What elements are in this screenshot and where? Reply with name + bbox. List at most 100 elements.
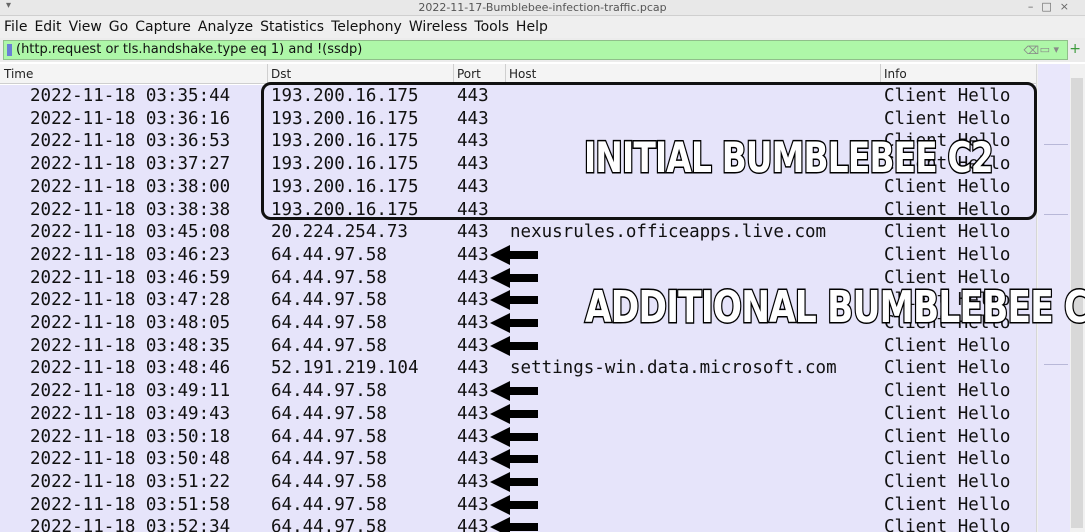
arrow-icon [490,426,538,447]
menu-telephony[interactable]: Telephony [328,17,405,37]
menu-edit[interactable]: Edit [31,17,64,37]
cell-time: 2022-11-18 03:37:27 [30,154,231,175]
cell-time: 2022-11-18 03:46:23 [30,244,231,265]
menu-file[interactable]: File [1,17,30,37]
cell-dst: 64.44.97.58 [271,244,387,265]
menu-analyze[interactable]: Analyze [195,17,256,37]
cell-dst: 64.44.97.58 [271,267,387,288]
minimize-icon[interactable]: – [1028,0,1042,13]
bookmark-icon[interactable] [7,44,12,56]
cell-port: 443 [457,403,489,424]
cell-info: Client Hello [884,222,1011,243]
menu-statistics[interactable]: Statistics [257,17,327,37]
menu-view[interactable]: View [66,17,105,37]
cell-info: Client Hello [884,471,1011,492]
cell-port: 443 [457,244,489,265]
cell-port: 443 [457,267,489,288]
arrow-icon [490,517,538,532]
minimap-mark [1044,214,1068,215]
cell-time: 2022-11-18 03:45:08 [30,222,231,243]
cell-port: 443 [457,335,489,356]
arrow-icon [490,403,538,424]
cell-info: Client Hello [884,494,1011,515]
cell-dst: 64.44.97.58 [271,381,387,402]
cell-time: 2022-11-18 03:48:05 [30,313,231,333]
arrow-icon [490,290,538,311]
minimap-mark [1044,364,1068,365]
menu-bar: File Edit View Go Capture Analyze Statistics Te… [0,16,1085,38]
column-separator[interactable] [880,64,881,84]
cell-time: 2022-11-18 03:49:43 [30,403,231,424]
menu-capture[interactable]: Capture [132,17,194,37]
cell-time: 2022-11-18 03:47:28 [30,290,231,311]
maximize-icon[interactable]: □ [1041,0,1059,13]
display-filter-text[interactable]: (http.request or tls.handshake.type eq 1… [16,42,362,57]
menu-help[interactable]: Help [513,17,551,37]
cell-time: 2022-11-18 03:52:34 [30,517,231,532]
cell-host: nexusrules.officeapps.live.com [510,222,827,243]
cell-port: 443 [457,381,489,402]
cell-dst: 64.44.97.58 [271,426,387,447]
cell-port: 443 [457,449,489,470]
cell-info: Client Hello [884,403,1011,424]
menu-wireless[interactable]: Wireless [406,17,471,37]
column-host[interactable]: Host [509,67,536,81]
cell-port: 443 [457,426,489,447]
cell-time: 2022-11-18 03:50:48 [30,449,231,470]
cell-port: 443 [457,222,489,243]
arrow-icon [490,267,538,288]
cell-dst: 64.44.97.58 [271,313,387,333]
cell-port: 443 [457,494,489,515]
cell-dst: 64.44.97.58 [271,335,387,356]
close-icon[interactable]: × [1060,0,1077,13]
additional-c2-annotation: ADDITIONAL BUMBLEBEE C2 [584,281,1085,335]
arrow-icon [490,449,538,470]
cell-time: 2022-11-18 03:51:22 [30,471,231,492]
column-separator[interactable] [267,64,268,84]
arrow-icon [490,244,538,265]
column-separator[interactable] [505,64,506,84]
cell-time: 2022-11-18 03:50:18 [30,426,231,447]
recent-filters-icon[interactable]: ▭ ▾ [1040,43,1059,56]
column-port[interactable]: Port [457,67,481,81]
arrow-icon [490,494,538,515]
cell-time: 2022-11-18 03:35:44 [30,86,231,106]
title-bar: ▾ 2022-11-17-Bumblebee-infection-traffic… [0,0,1085,16]
arrow-icon [490,381,538,402]
cell-info: Client Hello [884,358,1011,379]
column-separator[interactable] [453,64,454,84]
clear-filter-icon[interactable]: ⌫ [1023,44,1039,57]
cell-time: 2022-11-18 03:36:53 [30,131,231,152]
packet-row[interactable]: 2022-11-18 03:48:46 52.191.219.104 443 sett… [0,357,1036,380]
column-dst[interactable]: Dst [271,67,291,81]
cell-time: 2022-11-18 03:48:35 [30,335,231,356]
cell-host: settings-win.data.microsoft.com [510,358,837,379]
cell-dst: 64.44.97.58 [271,517,387,532]
column-info[interactable]: Info [884,67,907,81]
cell-port: 443 [457,358,489,379]
cell-info: Client Hello [884,426,1011,447]
minimap-mark [1044,144,1068,145]
cell-dst: 64.44.97.58 [271,290,387,311]
window-controls[interactable]: –□× [1028,0,1077,13]
cell-time: 2022-11-18 03:48:46 [30,358,231,379]
cell-dst: 64.44.97.58 [271,494,387,515]
cell-dst: 64.44.97.58 [271,471,387,492]
cell-port: 443 [457,517,489,532]
arrow-icon [490,313,538,333]
add-filter-button-icon[interactable]: + [1069,41,1081,57]
cell-time: 2022-11-18 03:46:59 [30,267,231,288]
cell-info: Client Hello [884,381,1011,402]
display-filter-input[interactable]: (http.request or tls.handshake.type eq 1… [3,40,1068,60]
menu-go[interactable]: Go [106,17,131,37]
cell-info: Client Hello [884,449,1011,470]
cell-dst: 64.44.97.58 [271,449,387,470]
cell-dst: 20.224.254.73 [271,222,408,243]
initial-c2-annotation: INITIAL BUMBLEBEE C2 [583,132,995,184]
cell-info: Client Hello [884,335,1011,356]
packet-row[interactable]: 2022-11-18 03:45:08 20.224.254.73 443 nexus… [0,221,1036,244]
arrow-icon [490,471,538,492]
column-header: Time Dst Port Host Info [0,64,1036,84]
menu-tools[interactable]: Tools [471,17,512,37]
column-time[interactable]: Time [4,67,33,81]
